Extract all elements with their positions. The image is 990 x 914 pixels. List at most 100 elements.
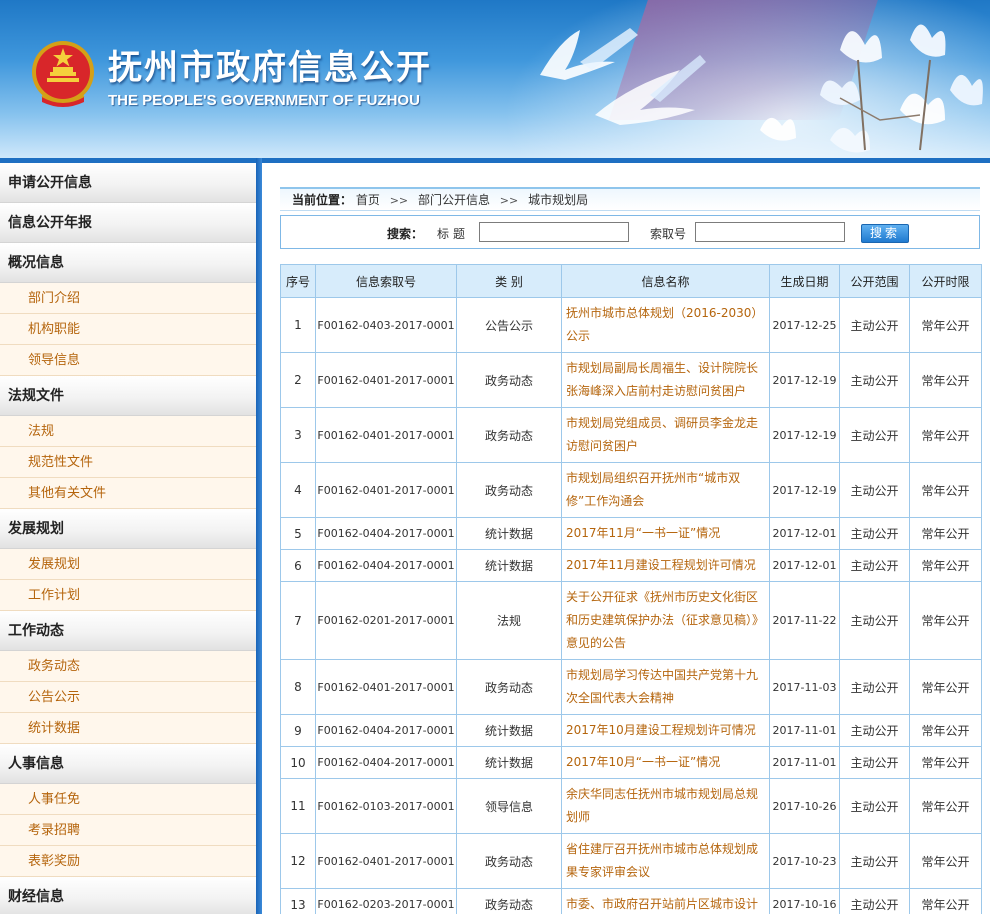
- breadcrumb-separator: >>: [389, 194, 409, 207]
- index-number: F00162-0203-2017-0001: [315, 888, 457, 914]
- category: 统计数据: [456, 714, 562, 747]
- sidebar-category[interactable]: 概况信息: [0, 243, 256, 283]
- disclosure-scope: 主动公开: [839, 746, 910, 779]
- title-search-input[interactable]: [479, 222, 629, 242]
- column-header: 信息名称: [561, 264, 770, 298]
- table-body: 1 F00162-0403-2017-0001 公告公示 抚州市城市总体规划（2016…: [280, 297, 982, 914]
- sidebar-item[interactable]: 发展规划: [0, 549, 256, 580]
- info-title-link[interactable]: 2017年10月建设工程规划许可情况: [561, 714, 770, 747]
- info-title-link[interactable]: 2017年11月“一书一证”情况: [561, 517, 770, 550]
- sidebar-item[interactable]: 其他有关文件: [0, 478, 256, 509]
- created-date: 2017-12-01: [769, 549, 840, 582]
- disclosure-scope: 主动公开: [839, 517, 910, 550]
- created-date: 2017-12-01: [769, 517, 840, 550]
- table-row: 9 F00162-0404-2017-0001 统计数据 2017年10月建设工程规划…: [280, 714, 982, 747]
- sidebar-category[interactable]: 申请公开信息: [0, 163, 256, 203]
- created-date: 2017-12-19: [769, 407, 840, 463]
- sidebar-item[interactable]: 部门介绍: [0, 283, 256, 314]
- disclosure-period: 常年公开: [909, 549, 982, 582]
- created-date: 2017-11-03: [769, 659, 840, 715]
- table-row: 11 F00162-0103-2017-0001 领导信息 余庆华同志任抚州市城市规划…: [280, 778, 982, 834]
- disclosure-scope: 主动公开: [839, 581, 910, 660]
- disclosure-period: 常年公开: [909, 352, 982, 408]
- sidebar-item[interactable]: 法规: [0, 416, 256, 447]
- sidebar-category[interactable]: 人事信息: [0, 744, 256, 784]
- disclosure-period: 常年公开: [909, 297, 982, 353]
- sidebar-item[interactable]: 考录招聘: [0, 815, 256, 846]
- disclosure-period: 常年公开: [909, 714, 982, 747]
- sidebar-item[interactable]: 统计数据: [0, 713, 256, 744]
- search-bar: 搜索： 标题 索取号 搜索: [280, 215, 980, 249]
- sidebar-item[interactable]: 领导信息: [0, 345, 256, 376]
- index-number: F00162-0404-2017-0001: [315, 549, 457, 582]
- site-banner: 抚州市政府信息公开 THE PEOPLE'S GOVERNMENT OF FUZ…: [0, 0, 990, 158]
- sidebar-category[interactable]: 财经信息: [0, 877, 256, 914]
- created-date: 2017-11-22: [769, 581, 840, 660]
- info-title-link[interactable]: 关于公开征求《抚州市历史文化街区和历史建筑保护办法（征求意见稿）》意见的公告: [561, 581, 770, 660]
- disclosure-period: 常年公开: [909, 407, 982, 463]
- index-number: F00162-0403-2017-0001: [315, 297, 457, 353]
- column-header: 公开时限: [909, 264, 982, 298]
- info-title-link[interactable]: 市规划局副局长周福生、设计院院长张海峰深入店前村走访慰问贫困户: [561, 352, 770, 408]
- row-number: 5: [280, 517, 316, 550]
- info-table: 序号 信息索取号类 别信息名称 生成日期 公开范围 公开时限 1 F00162-0403-…: [280, 264, 982, 914]
- table-row: 2 F00162-0401-2017-0001 政务动态 市规划局副局长周福生、设计院…: [280, 352, 982, 408]
- sidebar-category[interactable]: 信息公开年报: [0, 203, 256, 243]
- table-row: 3 F00162-0401-2017-0001 政务动态 市规划局党组成员、调研员李金…: [280, 407, 982, 463]
- disclosure-scope: 主动公开: [839, 352, 910, 408]
- created-date: 2017-11-01: [769, 714, 840, 747]
- sidebar-category[interactable]: 工作动态: [0, 611, 256, 651]
- disclosure-period: 常年公开: [909, 659, 982, 715]
- info-title-link[interactable]: 抚州市城市总体规划（2016-2030）公示: [561, 297, 770, 353]
- row-number: 11: [280, 778, 316, 834]
- category: 统计数据: [456, 549, 562, 582]
- breadcrumb-link-dept[interactable]: 部门公开信息: [418, 193, 490, 207]
- index-number: F00162-0103-2017-0001: [315, 778, 457, 834]
- sidebar-item[interactable]: 机构职能: [0, 314, 256, 345]
- table-row: 8 F00162-0401-2017-0001 政务动态 市规划局学习传达中国共产党第…: [280, 659, 982, 715]
- breadcrumb-link-home[interactable]: 首页: [356, 193, 380, 207]
- index-number: F00162-0401-2017-0001: [315, 462, 457, 518]
- info-title-link[interactable]: 市规划局学习传达中国共产党第十九次全国代表大会精神: [561, 659, 770, 715]
- info-table-container: 序号 信息索取号类 别信息名称 生成日期 公开范围 公开时限 1 F00162-0403-…: [280, 264, 982, 914]
- index-number-input[interactable]: [695, 222, 845, 242]
- sidebar-item[interactable]: 公告公示: [0, 682, 256, 713]
- disclosure-scope: 主动公开: [839, 778, 910, 834]
- created-date: 2017-11-01: [769, 746, 840, 779]
- disclosure-scope: 主动公开: [839, 714, 910, 747]
- main-content: 当前位置： 首页 >> 部门公开信息 >> 城市规划局 搜索： 标题 索取号 搜…: [262, 158, 990, 914]
- breadcrumb: 当前位置： 首页 >> 部门公开信息 >> 城市规划局: [280, 187, 980, 211]
- search-label: 搜索：: [387, 227, 424, 241]
- category: 政务动态: [456, 462, 562, 518]
- sidebar-item[interactable]: 政务动态: [0, 651, 256, 682]
- disclosure-scope: 主动公开: [839, 549, 910, 582]
- breadcrumb-current[interactable]: 城市规划局: [528, 193, 588, 207]
- sidebar-item[interactable]: 工作计划: [0, 580, 256, 611]
- info-title-link[interactable]: 余庆华同志任抚州市城市规划局总规划师: [561, 778, 770, 834]
- info-title-link[interactable]: 市委、市政府召开站前片区城市设计: [561, 888, 770, 914]
- disclosure-scope: 主动公开: [839, 462, 910, 518]
- index-number: F00162-0401-2017-0001: [315, 833, 457, 889]
- category: 统计数据: [456, 746, 562, 779]
- disclosure-period: 常年公开: [909, 746, 982, 779]
- created-date: 2017-12-19: [769, 462, 840, 518]
- sidebar-item[interactable]: 规范性文件: [0, 447, 256, 478]
- info-title-link[interactable]: 2017年11月建设工程规划许可情况: [561, 549, 770, 582]
- disclosure-scope: 主动公开: [839, 659, 910, 715]
- search-button[interactable]: 搜索: [861, 224, 909, 243]
- disclosure-period: 常年公开: [909, 833, 982, 889]
- created-date: 2017-10-23: [769, 833, 840, 889]
- sidebar-category[interactable]: 法规文件: [0, 376, 256, 416]
- info-title-link[interactable]: 市规划局组织召开抚州市“城市双修”工作沟通会: [561, 462, 770, 518]
- sidebar-category[interactable]: 发展规划: [0, 509, 256, 549]
- info-title-link[interactable]: 省住建厅召开抚州市城市总体规划成果专家评审会议: [561, 833, 770, 889]
- disclosure-period: 常年公开: [909, 778, 982, 834]
- row-number: 8: [280, 659, 316, 715]
- info-title-link[interactable]: 市规划局党组成员、调研员李金龙走访慰问贫困户: [561, 407, 770, 463]
- table-row: 6 F00162-0404-2017-0001 统计数据 2017年11月建设工程规划…: [280, 549, 982, 582]
- sidebar-item[interactable]: 表彰奖励: [0, 846, 256, 877]
- info-title-link[interactable]: 2017年10月“一书一证”情况: [561, 746, 770, 779]
- sidebar-item[interactable]: 人事任免: [0, 784, 256, 815]
- row-number: 2: [280, 352, 316, 408]
- breadcrumb-separator: >>: [499, 194, 519, 207]
